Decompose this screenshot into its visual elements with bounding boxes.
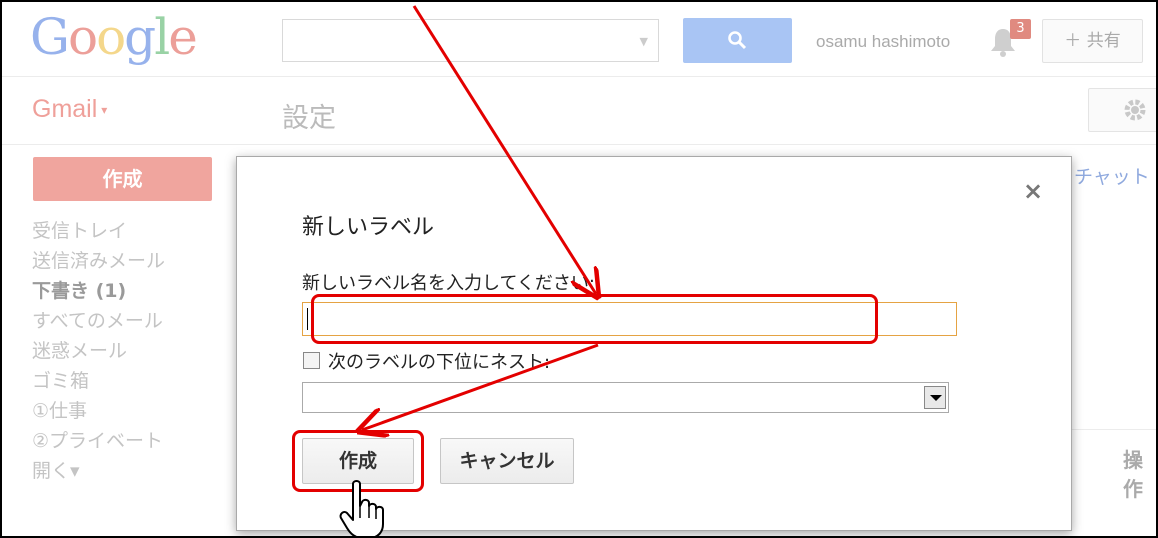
arrow-to-name-input [412,5,596,294]
screenshot-frame: Google ▼ osamu hashimoto 3 ＋ 共有 Gmail ▾ 設… [0,0,1158,538]
annotation-arrows [2,5,1158,538]
arrow-to-create-button [362,343,599,430]
hand-pointer-icon [339,480,384,536]
